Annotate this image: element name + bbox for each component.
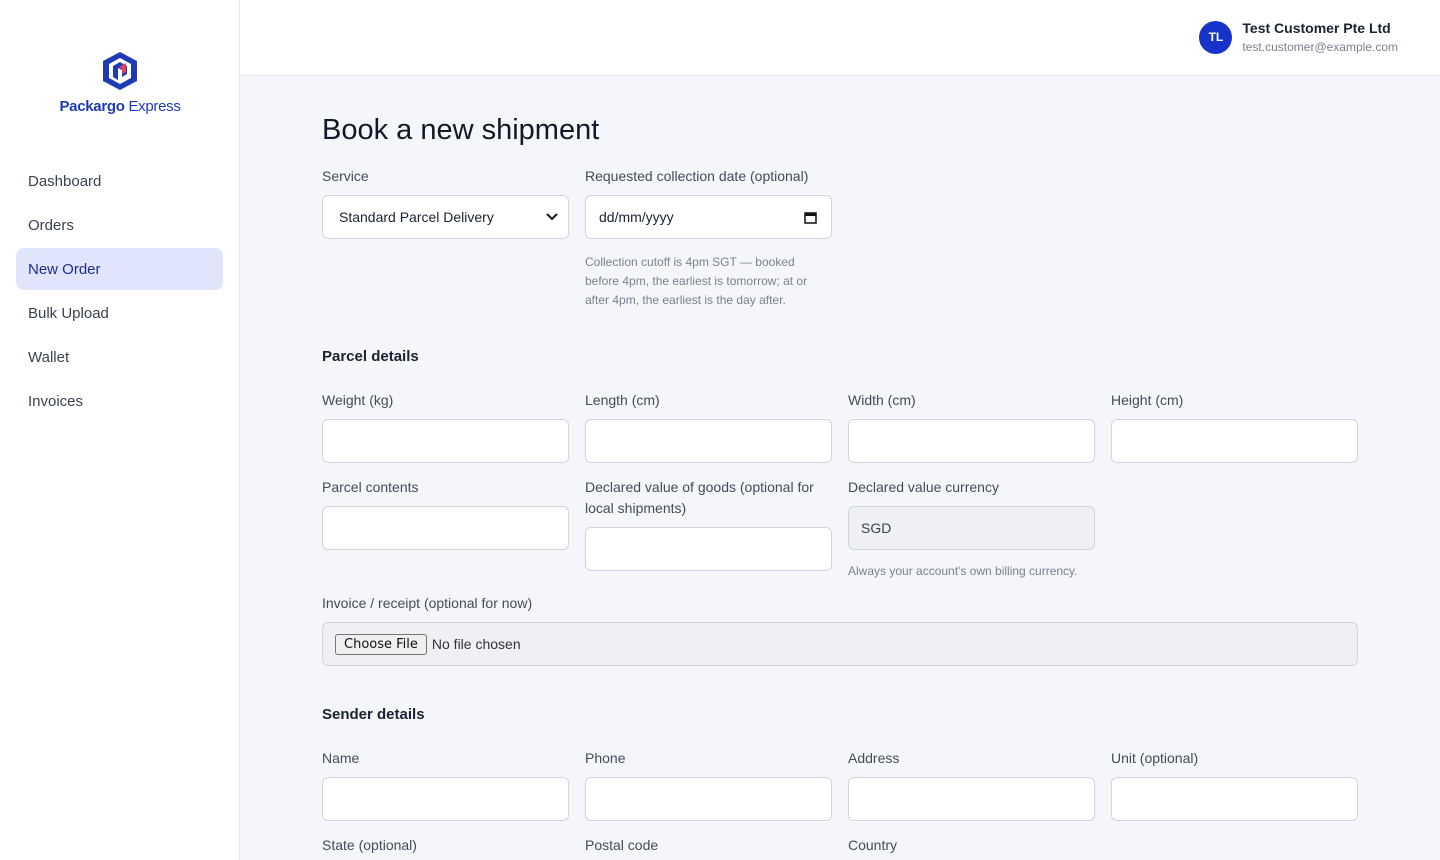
weight-label: Weight (kg) [322,392,394,408]
collection-cutoff-help: Collection cutoff is 4pm SGT — booked be… [585,255,808,307]
sender-phone-field: Phone [585,748,832,821]
service-label: Service [322,168,369,184]
sender-unit-input[interactable] [1111,777,1358,821]
file-status: No file chosen [431,636,521,652]
service-selected-value: Standard Parcel Delivery [339,209,494,225]
sender-phone-input[interactable] [585,777,832,821]
sender-phone-label: Phone [585,750,626,766]
user-email: test.customer@example.com [1242,40,1398,54]
width-field: Width (cm) [848,390,1095,463]
currency-label: Declared value currency [848,479,999,495]
length-input[interactable] [585,419,832,463]
width-input[interactable] [848,419,1095,463]
brand-wordmark: Packargo Express [0,98,240,115]
avatar[interactable]: TL [1199,20,1233,54]
sidebar-nav: Dashboard Orders New Order Bulk Upload W… [16,160,223,424]
choose-file-button[interactable]: Choose File [335,633,427,655]
user-name: Test Customer Pte Ltd [1242,20,1391,36]
collection-date-placeholder: dd/mm/yyyy [599,209,674,225]
service-field: Service Standard Parcel Delivery [322,166,569,239]
sidebar-item-bulk-upload[interactable]: Bulk Upload [16,292,223,334]
contents-label: Parcel contents [322,479,419,495]
brand-suffix: Express [124,98,181,115]
declared-value-field: Declared value of goods (optional for lo… [585,477,832,571]
invoice-file-input[interactable]: Choose File No file chosen [322,622,1358,666]
invoice-field: Invoice / receipt (optional for now) Cho… [322,593,1358,666]
currency-field: Declared value currency SGD Always your … [848,477,1095,581]
contents-field: Parcel contents [322,477,569,550]
sender-address-field: Address [848,748,1095,821]
height-field: Height (cm) [1111,390,1358,463]
collection-date-label: Requested collection date (optional) [585,168,809,184]
contents-input[interactable] [322,506,569,550]
sidebar-item-invoices[interactable]: Invoices [16,380,223,422]
packargo-logo-icon [103,52,137,90]
parcel-details-title: Parcel details [322,348,419,365]
collection-date-input[interactable]: dd/mm/yyyy [585,195,832,239]
sender-state-label: State (optional) [322,837,417,853]
user-menu[interactable]: TL Test Customer Pte Ltd test.customer@e… [1199,20,1398,54]
page-title: Book a new shipment [322,114,600,146]
invoice-label: Invoice / receipt (optional for now) [322,595,533,611]
currency-input: SGD [848,506,1095,550]
currency-help: Always your account's own billing curren… [848,564,1078,578]
sender-address-input[interactable] [848,777,1095,821]
collection-date-field: Requested collection date (optional) dd/… [585,166,832,310]
sidebar: Packargo Express Dashboard Orders New Or… [0,0,240,860]
sender-country-label: Country [848,837,898,853]
length-label: Length (cm) [585,392,660,408]
chevron-down-icon [546,213,558,221]
width-label: Width (cm) [848,392,916,408]
sender-details-title: Sender details [322,706,425,723]
sender-unit-field: Unit (optional) [1111,748,1358,821]
sidebar-item-new-order[interactable]: New Order [16,248,223,290]
sidebar-item-orders[interactable]: Orders [16,204,223,246]
sidebar-item-wallet[interactable]: Wallet [16,336,223,378]
sender-name-label: Name [322,750,360,766]
weight-input[interactable] [322,419,569,463]
service-select[interactable]: Standard Parcel Delivery [322,195,569,239]
sender-postal-label: Postal code [585,837,659,853]
sidebar-item-dashboard[interactable]: Dashboard [16,160,223,202]
sender-unit-label: Unit (optional) [1111,750,1199,766]
top-header: TL Test Customer Pte Ltd test.customer@e… [240,0,1440,76]
brand-logo[interactable]: Packargo Express [0,50,240,115]
height-input[interactable] [1111,419,1358,463]
sender-address-label: Address [848,750,900,766]
declared-value-input[interactable] [585,527,832,571]
length-field: Length (cm) [585,390,832,463]
brand-name: Packargo [59,98,125,115]
sender-name-field: Name [322,748,569,821]
sender-name-input[interactable] [322,777,569,821]
weight-field: Weight (kg) [322,390,569,463]
calendar-icon[interactable] [804,211,817,224]
height-label: Height (cm) [1111,392,1184,408]
declared-value-label: Declared value of goods (optional for lo… [585,479,814,516]
